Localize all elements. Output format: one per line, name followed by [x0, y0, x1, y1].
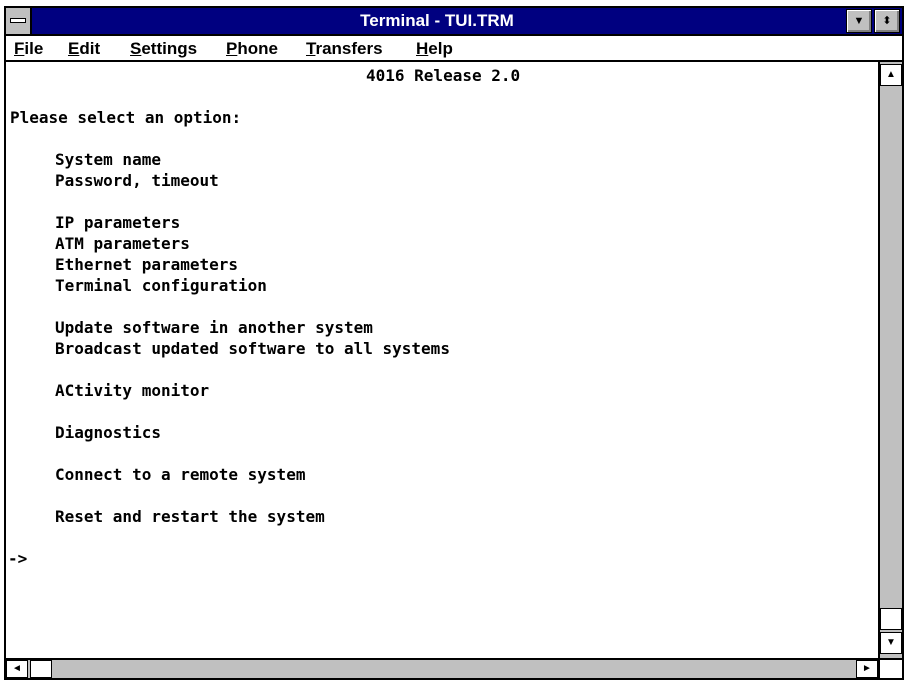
menu-edit[interactable]: Edit: [68, 38, 100, 60]
option-terminal-configuration: Terminal configuration: [55, 276, 267, 295]
system-menu-icon[interactable]: [6, 8, 32, 34]
scroll-right-button[interactable]: ►: [856, 660, 878, 678]
option-activity-monitor: ACtivity monitor: [55, 381, 210, 400]
terminal-screen[interactable]: 4016 Release 2.0 Please select an option…: [6, 62, 878, 658]
scrollbar-corner: [878, 658, 902, 678]
horizontal-scroll-thumb[interactable]: [30, 660, 52, 678]
vertical-scroll-thumb[interactable]: [880, 608, 902, 630]
minimize-button[interactable]: ▼: [846, 9, 872, 33]
scroll-up-button[interactable]: ▲: [880, 64, 902, 86]
menu-phone[interactable]: Phone: [226, 38, 278, 60]
option-ip-parameters: IP parameters: [55, 213, 181, 232]
option-password-timeout: Password, timeout: [55, 171, 219, 190]
vertical-scrollbar[interactable]: ▲ ▼: [878, 62, 902, 658]
arrow-up-icon: ▲: [886, 69, 896, 80]
menu-settings[interactable]: Settings: [130, 38, 197, 60]
terminal-window: Terminal - TUI.TRM ▼ ⬍ File Edit Setting…: [4, 6, 904, 680]
option-update-software: Update software in another system: [55, 318, 373, 337]
option-atm-parameters: ATM parameters: [55, 234, 190, 253]
arrow-right-icon: ►: [862, 663, 872, 674]
minimize-arrow-icon: ▼: [853, 15, 865, 27]
menu-help[interactable]: Help: [416, 38, 453, 60]
command-prompt: ->: [8, 549, 28, 568]
release-header: 4016 Release 2.0: [366, 66, 521, 85]
arrow-left-icon: ◄: [12, 663, 22, 674]
option-ethernet-parameters: Ethernet parameters: [55, 255, 239, 274]
option-broadcast-software: Broadcast updated software to all system…: [55, 339, 450, 358]
menu-file[interactable]: File: [14, 38, 43, 60]
maximize-button[interactable]: ⬍: [874, 9, 900, 33]
option-system-name: System name: [55, 150, 161, 169]
horizontal-scrollbar[interactable]: ◄ ►: [6, 658, 878, 678]
option-reset-restart: Reset and restart the system: [55, 507, 325, 526]
select-option-prompt: Please select an option:: [10, 108, 242, 127]
title-bar[interactable]: Terminal - TUI.TRM ▼ ⬍: [6, 8, 902, 36]
menu-bar: File Edit Settings Phone Transfers Help: [6, 36, 902, 62]
arrow-down-icon: ▼: [886, 637, 896, 648]
scroll-down-button[interactable]: ▼: [880, 632, 902, 654]
window-title: Terminal - TUI.TRM: [360, 11, 514, 30]
scroll-left-button[interactable]: ◄: [6, 660, 28, 678]
menu-transfers[interactable]: Transfers: [306, 38, 383, 60]
option-connect-remote: Connect to a remote system: [55, 465, 306, 484]
option-diagnostics: Diagnostics: [55, 423, 161, 442]
maximize-arrows-icon: ⬍: [882, 15, 892, 27]
